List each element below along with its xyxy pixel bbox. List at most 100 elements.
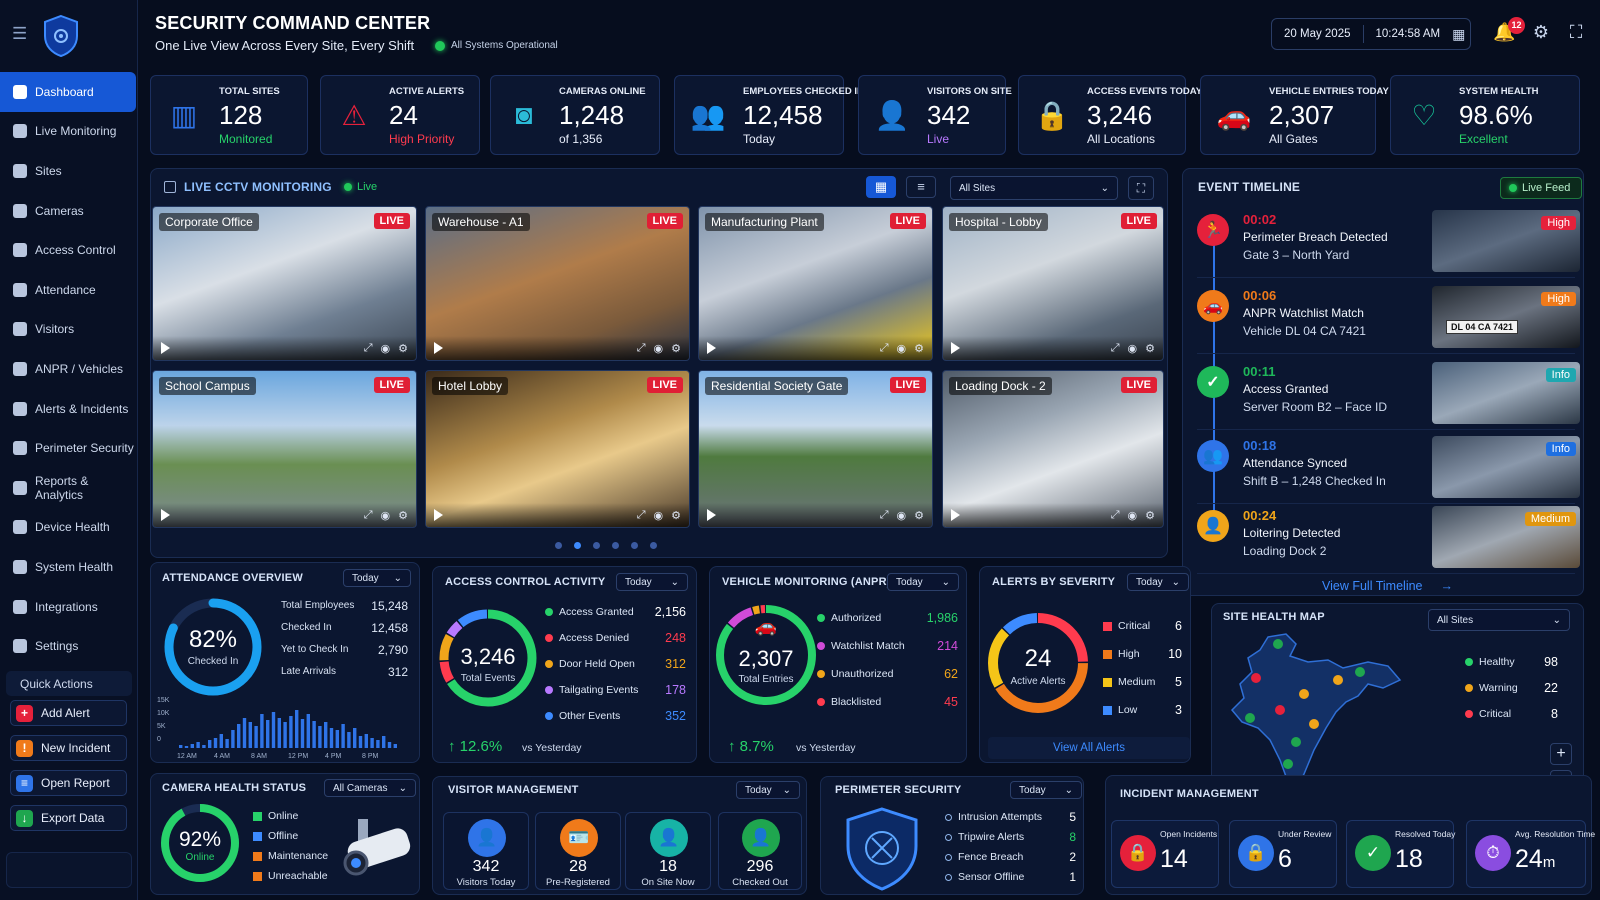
timeline-event[interactable]: 🏃 00:02 Perimeter Breach Detected Gate 3 – … [1197,208,1580,278]
expand-icon[interactable]: ⤢ [1111,509,1120,522]
view-full-timeline-link[interactable]: View Full Timeline → [1322,579,1453,593]
snapshot-icon[interactable]: ◉ [1128,342,1138,355]
settings-icon[interactable]: ⚙ [1145,342,1155,355]
timeline-event[interactable]: ✓ 00:11 Access Granted Server Room B2 – Fac… [1197,360,1580,430]
event-snapshot[interactable]: Info [1432,362,1580,424]
event-snapshot[interactable]: Medium [1432,506,1580,568]
snapshot-icon[interactable]: ◉ [897,509,907,522]
settings-icon[interactable]: ⚙ [398,342,408,355]
kpi-card-employees-checked-in[interactable]: 👥 EMPLOYEES CHECKED IN 12,458 Today [674,75,864,155]
event-snapshot[interactable]: High DL 04 CA 7421 [1432,286,1580,348]
snapshot-icon[interactable]: ◉ [897,342,907,355]
page-dot[interactable] [593,542,600,549]
expand-icon[interactable]: ⤢ [637,342,646,355]
timeline-event[interactable]: 🚗 00:06 ANPR Watchlist Match Vehicle DL 04 … [1197,284,1580,354]
incident-tile[interactable]: ⏱ Avg. Resolution Time 24m [1466,820,1595,888]
new-incident-button[interactable]: ! New Incident [10,735,127,761]
datetime-picker[interactable]: 20 May 2025 10:24:58 AM ▦ [1271,18,1471,50]
sidebar-item-live-monitoring[interactable]: Live Monitoring [0,112,138,152]
sidebar-item-reports-analytics[interactable]: Reports & Analytics [0,468,138,508]
play-icon[interactable] [951,509,960,521]
event-snapshot[interactable]: Info [1432,436,1580,498]
visitor-tile[interactable]: 👤 18 On Site Now [625,812,711,890]
open-report-button[interactable]: ≡ Open Report [10,770,127,796]
timeline-event[interactable]: 👥 00:18 Attendance Synced Shift B – 1,248 C… [1197,434,1580,504]
sidebar-item-settings[interactable]: Settings [0,626,138,666]
sidebar-item-system-health[interactable]: System Health [0,547,138,587]
snapshot-icon[interactable]: ◉ [654,342,664,355]
kpi-card-visitors-on-site[interactable]: 👤 VISITORS ON SITE 342 Live [858,75,1012,155]
kpi-card-cameras-online[interactable]: ◙ CAMERAS ONLINE 1,248 of 1,356 [490,75,660,155]
timeline-event[interactable]: 👤 00:24 Loitering Detected Loading Dock 2 Me… [1197,504,1580,574]
camera-feed[interactable]: Hotel Lobby LIVE ⤢ ◉ ⚙ [425,370,690,528]
sidebar-item-anpr-vehicles[interactable]: ANPR / Vehicles [0,349,138,389]
camera-feed[interactable]: Manufacturing Plant LIVE ⤢ ◉ ⚙ [698,206,933,361]
sidebar-item-sites[interactable]: Sites [0,151,138,191]
event-snapshot[interactable]: High [1432,210,1580,272]
sidebar-item-cameras[interactable]: Cameras [0,191,138,231]
camera-feed[interactable]: Hospital - Lobby LIVE ⤢ ◉ ⚙ [942,206,1164,361]
settings-icon[interactable]: ⚙ [1145,509,1155,522]
play-icon[interactable] [434,509,443,521]
sitemap-filter[interactable]: All Sites ⌄ [1428,609,1570,631]
expand-icon[interactable]: ⤢ [1111,342,1120,355]
snapshot-icon[interactable]: ◉ [1128,509,1138,522]
incident-tile[interactable]: ✓ Resolved Today 18 [1346,820,1455,888]
incident-tile[interactable]: 🔒 Under Review 6 [1229,820,1337,888]
settings-icon[interactable]: ⚙ [914,509,924,522]
page-dot[interactable] [650,542,657,549]
play-icon[interactable] [434,342,443,354]
cctv-site-filter[interactable]: All Sites ⌄ [950,176,1118,200]
zoom-in-button[interactable]: + [1550,743,1572,765]
expand-icon[interactable]: ⤢ [364,342,373,355]
sidebar-item-integrations[interactable]: Integrations [0,587,138,627]
settings-icon[interactable]: ⚙ [398,509,408,522]
page-dot[interactable] [631,542,638,549]
expand-icon[interactable]: ⤢ [880,509,889,522]
add-alert-button[interactable]: + Add Alert [10,700,127,726]
play-icon[interactable] [707,509,716,521]
access-filter[interactable]: Today ⌄ [616,573,688,591]
play-icon[interactable] [161,342,170,354]
fullscreen-icon[interactable]: ⛶ [1565,22,1587,44]
sidebar-item-attendance[interactable]: Attendance [0,270,138,310]
expand-icon[interactable]: ⤢ [364,509,373,522]
alerts-filter[interactable]: Today ⌄ [1127,573,1189,591]
export-data-button[interactable]: ↓ Export Data [10,805,127,831]
snapshot-icon[interactable]: ◉ [654,509,664,522]
page-dot[interactable] [555,542,562,549]
snapshot-icon[interactable]: ◉ [381,509,391,522]
kpi-card-access-events-today[interactable]: 🔒 ACCESS EVENTS TODAY 3,246 All Locations [1018,75,1202,155]
kpi-card-total-sites[interactable]: ▥ TOTAL SITES 128 Monitored [150,75,308,155]
page-dot[interactable] [612,542,619,549]
camera-feed[interactable]: School Campus LIVE ⤢ ◉ ⚙ [152,370,417,528]
visitor-tile[interactable]: 👤 296 Checked Out [718,812,802,890]
visitor-tile[interactable]: 🪪 28 Pre-Registered [535,812,621,890]
camhealth-filter[interactable]: All Cameras ⌄ [324,779,416,797]
settings-icon[interactable]: ⚙ [671,509,681,522]
sidebar-item-visitors[interactable]: Visitors [0,310,138,350]
visitor-filter[interactable]: Today ⌄ [736,781,800,799]
play-icon[interactable] [951,342,960,354]
hamburger-menu-icon[interactable]: ☰ [12,24,27,44]
cctv-expand-icon[interactable]: ⛶ [1128,176,1154,200]
sidebar-item-device-health[interactable]: Device Health [0,508,138,548]
settings-gear-icon[interactable]: ⚙ [1530,22,1552,44]
camera-feed[interactable]: Residential Society Gate LIVE ⤢ ◉ ⚙ [698,370,933,528]
vehicle-filter[interactable]: Today ⌄ [887,573,959,591]
view-all-alerts-button[interactable]: View All Alerts [988,737,1190,759]
attendance-filter[interactable]: Today ⌄ [343,569,411,587]
page-dot-active[interactable] [574,542,581,549]
settings-icon[interactable]: ⚙ [914,342,924,355]
incident-tile[interactable]: 🔒 Open Incidents 14 [1111,820,1219,888]
camera-feed[interactable]: Loading Dock - 2 LIVE ⤢ ◉ ⚙ [942,370,1164,528]
kpi-card-vehicle-entries-today[interactable]: 🚗 VEHICLE ENTRIES TODAY 2,307 All Gates [1200,75,1389,155]
play-icon[interactable] [707,342,716,354]
camera-feed[interactable]: Corporate Office LIVE ⤢ ◉ ⚙ [152,206,417,361]
kpi-card-system-health[interactable]: ♡ SYSTEM HEALTH 98.6% Excellent [1390,75,1580,155]
settings-icon[interactable]: ⚙ [671,342,681,355]
expand-icon[interactable]: ⤢ [880,342,889,355]
sidebar-item-alerts-incidents[interactable]: Alerts & Incidents [0,389,138,429]
live-feed-badge[interactable]: Live Feed [1500,177,1582,199]
camera-feed[interactable]: Warehouse - A1 LIVE ⤢ ◉ ⚙ [425,206,690,361]
